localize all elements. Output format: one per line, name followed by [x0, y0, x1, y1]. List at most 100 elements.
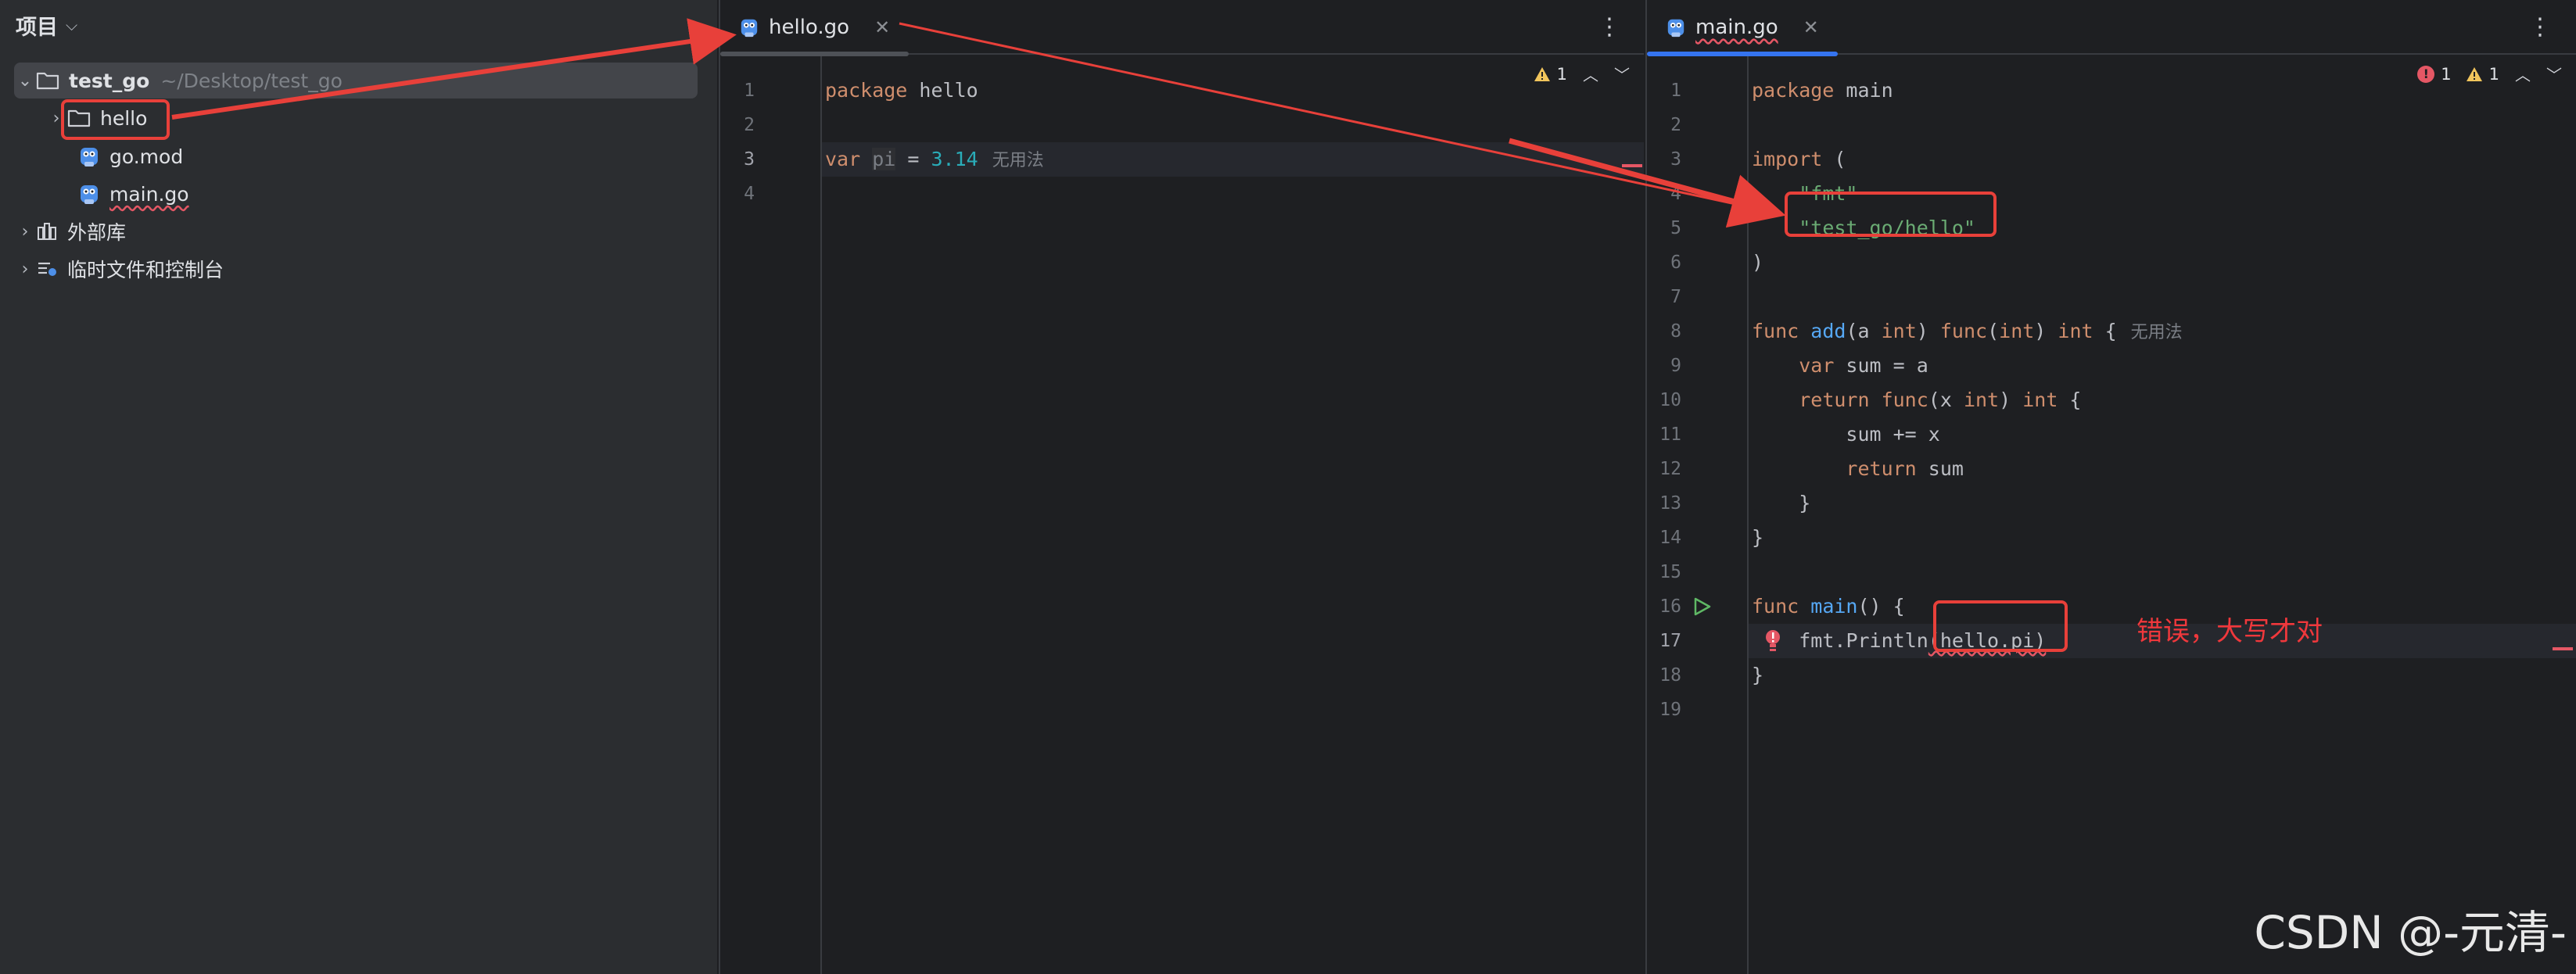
root-folder-name: test_go	[69, 69, 150, 92]
function-call: Println	[1846, 629, 1928, 652]
type: int	[1963, 389, 2000, 411]
highlight-box-hello-folder	[61, 99, 170, 140]
type: int	[2022, 389, 2058, 411]
punctuation: () {	[1857, 595, 1905, 618]
error-count: 1	[2441, 64, 2452, 84]
line-number: 13	[1659, 493, 1681, 514]
chevron-down-icon[interactable]: ⌄	[14, 71, 36, 91]
line-number: 12	[1659, 459, 1681, 479]
identifier: hello	[907, 79, 978, 102]
statement: sum	[1916, 457, 1964, 480]
chevron-down-icon[interactable]: ⌵	[66, 16, 77, 34]
line-number: 8	[1670, 321, 1681, 342]
statement: sum = a	[1834, 354, 1928, 377]
line-number: 18	[1659, 665, 1681, 686]
root-folder-path: ~/Desktop/test_go	[160, 69, 343, 92]
code-line-current[interactable]: var pi = 3.14 无用法	[822, 142, 1644, 177]
watermark: CSDN @-元清-	[2254, 906, 2567, 959]
punctuation: {	[2093, 320, 2117, 342]
code-line[interactable]: }	[1749, 486, 2576, 521]
editor-tab-bar: hello.go ✕ ⋮	[720, 0, 1644, 56]
line-number: 16	[1659, 596, 1681, 617]
tree-item-main-go[interactable]: main.go	[78, 176, 189, 212]
code-line[interactable]: sum += x	[1749, 417, 2576, 452]
operator: =	[895, 148, 931, 170]
chevron-right-icon[interactable]: ›	[14, 260, 36, 279]
usage-hint: 无用法	[2130, 323, 2183, 342]
keyword: return	[1846, 457, 1917, 480]
tab-label: hello.go	[769, 16, 850, 39]
inspection-widget[interactable]: 1 ︿ ﹀	[1534, 63, 1630, 85]
keyword: func	[1752, 320, 1799, 342]
code-line[interactable]: import (	[1749, 142, 2576, 177]
punctuation: )	[1916, 320, 1940, 342]
usage-hint: 无用法	[992, 151, 1044, 170]
chevron-up-icon[interactable]: ︿	[1583, 63, 1598, 85]
line-gutter: 1 2 3 4	[720, 56, 822, 974]
punctuation: (	[1822, 148, 1846, 170]
code-line[interactable]: )	[1749, 245, 2576, 280]
highlight-box-import-path	[1785, 192, 1997, 237]
code-line[interactable]: var sum = a	[1749, 349, 2576, 383]
error-icon: !	[2417, 65, 2435, 83]
chevron-right-icon[interactable]: ›	[14, 222, 36, 242]
line-number: 14	[1659, 528, 1681, 548]
tree-item-go-mod[interactable]: go.mod	[78, 138, 183, 174]
code-line[interactable]: return sum	[1749, 452, 2576, 486]
number-literal: 3.14	[931, 148, 978, 170]
code-line[interactable]: func add(a int) func(int) int {无用法	[1749, 314, 2576, 349]
type: int	[2058, 320, 2093, 342]
keyword: var	[825, 148, 861, 170]
line-number: 3	[744, 149, 755, 170]
code-line[interactable]: }	[1749, 521, 2576, 555]
warning-icon	[2466, 66, 2483, 82]
keyword: package	[1752, 79, 1835, 102]
line-number: 9	[1670, 356, 1681, 376]
line-number: 17	[1659, 631, 1681, 651]
project-panel-header[interactable]: 项目 ⌵	[16, 9, 77, 41]
warning-icon	[1534, 66, 1551, 82]
line-number: 15	[1659, 562, 1681, 582]
error-stripe-marker[interactable]	[2553, 647, 2573, 650]
tree-item-root[interactable]: ⌄ test_go ~/Desktop/test_go	[14, 63, 698, 98]
project-panel-title: 项目	[16, 15, 58, 40]
chevron-up-icon[interactable]: ︿	[2515, 63, 2531, 85]
more-options-icon[interactable]: ⋮	[1594, 8, 1625, 47]
warning-count: 1	[1556, 64, 1567, 84]
chevron-down-icon[interactable]: ﹀	[2546, 63, 2562, 85]
type: int	[1881, 320, 1917, 342]
keyword: package	[825, 79, 908, 102]
close-icon[interactable]: ✕	[1803, 16, 1819, 38]
keyword: func	[1939, 320, 1988, 342]
error-bulb-icon[interactable]	[1763, 628, 1786, 655]
library-icon	[36, 221, 58, 242]
code-line[interactable]: return func(x int) int {	[1749, 383, 2576, 417]
punctuation: .	[1834, 629, 1846, 652]
error-stripe-marker[interactable]	[1622, 164, 1642, 167]
go-file-icon	[78, 145, 100, 168]
punctuation: }	[1752, 664, 1764, 686]
tab-main-go[interactable]: main.go ✕	[1647, 0, 1838, 56]
highlight-box-hello-pi	[1933, 600, 2068, 652]
keyword: func	[1752, 595, 1799, 618]
inspection-widget[interactable]: ! 1 1 ︿ ﹀	[2417, 63, 2562, 85]
go-file-icon	[78, 182, 100, 206]
editor-tab-bar: main.go ✕ ⋮	[1647, 0, 2576, 56]
editor-hello-go: hello.go ✕ ⋮ 1 2 3 4 package hello var p…	[719, 0, 1644, 974]
close-icon[interactable]: ✕	[874, 16, 890, 38]
more-options-icon[interactable]: ⋮	[2524, 8, 2556, 47]
punctuation: )	[1999, 389, 2023, 411]
tab-hello-go[interactable]: hello.go ✕	[720, 0, 909, 56]
code-line[interactable]: }	[1749, 658, 2576, 693]
editor-main-go: main.go ✕ ⋮ 1 2 3 4 5 6 7 8 9 10 11 12 1…	[1645, 0, 2576, 974]
line-number: 10	[1659, 390, 1681, 410]
tree-item-scratches[interactable]: › 临时文件和控制台	[14, 251, 224, 287]
punctuation: (	[1987, 320, 2000, 342]
annotation-text: 错误，大写才对	[2137, 616, 2323, 647]
line-number: 19	[1659, 700, 1681, 720]
project-tool-window: 项目 ⌵ ⌄ test_go ~/Desktop/test_go › hello…	[0, 0, 717, 974]
run-icon[interactable]	[1691, 596, 1714, 619]
chevron-down-icon[interactable]: ﹀	[1614, 63, 1630, 85]
tree-item-external-libraries[interactable]: › 外部库	[14, 213, 126, 249]
code-line[interactable]: package hello	[822, 73, 1644, 108]
